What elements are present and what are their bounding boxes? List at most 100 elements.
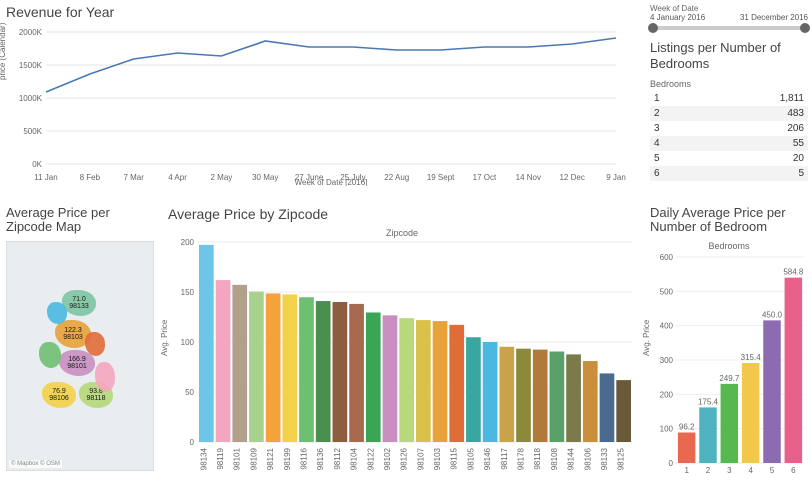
svg-text:8 Feb: 8 Feb [80, 173, 101, 182]
svg-text:5: 5 [770, 466, 775, 475]
table-row: 2483 [650, 106, 808, 121]
svg-text:2 May: 2 May [210, 173, 232, 182]
svg-text:400: 400 [660, 321, 674, 330]
svg-text:12 Dec: 12 Dec [559, 173, 584, 182]
svg-text:450.0: 450.0 [762, 310, 783, 319]
table-row: 65 [650, 166, 808, 181]
map-credit: © Mapbox © OSM [9, 460, 62, 468]
svg-text:1: 1 [684, 466, 689, 475]
svg-text:98112: 98112 [333, 447, 342, 469]
svg-text:100: 100 [181, 338, 195, 347]
svg-text:98102: 98102 [383, 447, 392, 470]
svg-text:2: 2 [706, 466, 711, 475]
svg-text:0: 0 [669, 459, 674, 468]
svg-text:22 Aug: 22 Aug [384, 173, 409, 182]
svg-text:98144: 98144 [567, 447, 576, 470]
date-slider[interactable]: Week of Date 4 January 2016 31 December … [650, 4, 808, 30]
svg-text:249.7: 249.7 [719, 373, 740, 382]
svg-text:98136: 98136 [316, 447, 325, 470]
svg-text:98119: 98119 [216, 447, 225, 469]
svg-text:98126: 98126 [400, 447, 409, 470]
svg-text:500K: 500K [23, 127, 42, 136]
svg-text:98146: 98146 [483, 447, 492, 470]
svg-text:200: 200 [181, 238, 195, 247]
svg-text:4 Apr: 4 Apr [168, 173, 187, 182]
revenue-panel: Revenue for Year price (Calendar) 0K 500K… [0, 0, 642, 200]
svg-text:17 Oct: 17 Oct [473, 173, 497, 182]
bedroom-bar-chart: 0 100 200 300 400 500 600 96.2 1 175.4 2 249.7 3 315.… [650, 251, 808, 481]
slider-caption: Week of Date [650, 4, 808, 13]
svg-text:98103: 98103 [433, 447, 442, 470]
svg-text:98199: 98199 [283, 447, 292, 470]
svg-text:200: 200 [660, 390, 674, 399]
zipcode-bar-chart: 0 50 100 150 200 98134 98119 98101 98109 98121 981… [168, 238, 636, 488]
table-row: 11,811 [650, 91, 808, 106]
svg-text:3: 3 [727, 466, 732, 475]
bedbars-title: Daily Average Price per Number of Bedroo… [650, 206, 808, 235]
sidebar-top: Week of Date 4 January 2016 31 December … [644, 0, 812, 200]
slider-min: 4 January 2016 [650, 13, 705, 22]
svg-text:150: 150 [181, 288, 195, 297]
bed-listings-header: Bedrooms [650, 77, 808, 91]
svg-text:98105: 98105 [466, 447, 475, 470]
table-row: 520 [650, 151, 808, 166]
svg-text:584.8: 584.8 [783, 267, 804, 276]
svg-text:98107: 98107 [416, 447, 425, 470]
slider-track[interactable] [650, 26, 808, 30]
svg-text:96.2: 96.2 [679, 422, 695, 431]
svg-text:98116: 98116 [300, 447, 309, 469]
bed-listings-table: Bedrooms 11,8112483320645552065 [650, 77, 808, 181]
svg-text:Week of Date [2016]: Week of Date [2016] [295, 178, 368, 186]
bedbars-subtitle: Bedrooms [650, 241, 808, 251]
svg-text:4: 4 [748, 466, 753, 475]
zipbars-ylabel: Avg. Price [160, 320, 169, 356]
svg-text:500: 500 [660, 287, 674, 296]
svg-text:50: 50 [185, 388, 194, 397]
svg-text:0K: 0K [32, 160, 42, 169]
bedroombars-panel: Daily Average Price per Number of Bedroo… [644, 202, 812, 502]
svg-text:19 Sept: 19 Sept [427, 173, 455, 182]
svg-text:0: 0 [190, 438, 195, 447]
svg-text:2000K: 2000K [19, 28, 43, 37]
revenue-ylabel: price (Calendar) [0, 23, 7, 80]
svg-text:14 Nov: 14 Nov [516, 173, 541, 182]
svg-text:98104: 98104 [350, 447, 359, 470]
svg-text:100: 100 [660, 424, 674, 433]
svg-text:98108: 98108 [550, 447, 559, 470]
svg-text:7 Mar: 7 Mar [123, 173, 144, 182]
svg-text:600: 600 [660, 253, 674, 262]
svg-text:6: 6 [791, 466, 796, 475]
svg-text:300: 300 [660, 356, 674, 365]
slider-max: 31 December 2016 [740, 13, 808, 22]
zipcode-map[interactable]: 71.098133 122.398103 166.998101 76.99810… [6, 241, 154, 471]
svg-text:98109: 98109 [249, 447, 258, 470]
bed-listings-title: Listings per Number of Bedrooms [650, 40, 808, 71]
svg-text:11 Jan: 11 Jan [34, 173, 57, 182]
map-panel: Average Price per Zipcode Map 71.098133 … [0, 202, 160, 502]
svg-text:98178: 98178 [517, 447, 526, 470]
svg-text:9 Jan: 9 Jan [606, 173, 626, 182]
svg-text:1000K: 1000K [19, 94, 43, 103]
svg-text:175.4: 175.4 [698, 397, 719, 406]
map-title: Average Price per Zipcode Map [6, 206, 154, 235]
revenue-line-chart: 0K 500K 1000K 1500K 2000K 11 Jan 8 Feb 7 Mar 4 A… [6, 26, 626, 186]
svg-text:98134: 98134 [199, 447, 208, 470]
svg-text:98115: 98115 [450, 447, 459, 469]
svg-text:1500K: 1500K [19, 61, 43, 70]
revenue-title: Revenue for Year [6, 4, 636, 20]
svg-text:98117: 98117 [500, 447, 509, 469]
svg-text:98101: 98101 [233, 447, 242, 470]
svg-text:30 May: 30 May [252, 173, 278, 182]
zipbars-subtitle: Zipcode [168, 228, 636, 238]
bedbars-ylabel: Avg. Price [642, 320, 651, 356]
zipbars-title: Average Price by Zipcode [168, 206, 636, 222]
svg-text:98121: 98121 [266, 447, 275, 470]
table-row: 3206 [650, 121, 808, 136]
svg-text:98125: 98125 [617, 447, 626, 470]
svg-text:315.4: 315.4 [741, 353, 762, 362]
svg-text:98122: 98122 [366, 447, 375, 470]
table-row: 455 [650, 136, 808, 151]
svg-text:98133: 98133 [600, 447, 609, 470]
zipbars-panel: Average Price by Zipcode Zipcode Avg. Pr… [162, 202, 642, 502]
svg-text:98118: 98118 [533, 447, 542, 469]
